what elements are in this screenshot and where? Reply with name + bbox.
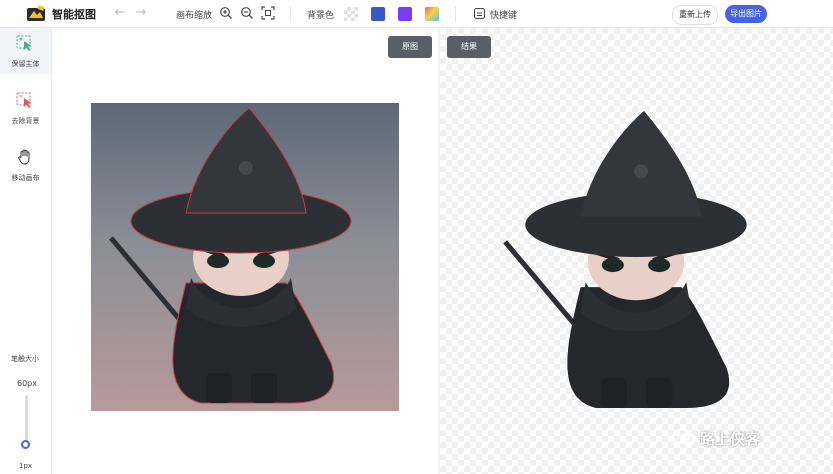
swatch-blue[interactable] xyxy=(371,7,385,21)
swatch-gradient[interactable] xyxy=(425,7,439,21)
tool-label: 去除背景 xyxy=(11,117,40,125)
tool-move-canvas[interactable]: 移动画布 xyxy=(0,142,51,188)
character-illustration xyxy=(109,107,352,404)
brush-size-min-label: 1px xyxy=(19,462,33,470)
zoom-in-icon[interactable] xyxy=(219,6,233,20)
background-color-label: 背景色 xyxy=(307,11,335,21)
result-canvas[interactable] xyxy=(440,28,833,474)
toolbar-divider xyxy=(290,6,291,22)
toolbar-divider xyxy=(455,6,456,22)
fit-screen-icon[interactable] xyxy=(261,6,275,20)
swatch-transparent[interactable] xyxy=(344,7,358,21)
tool-sidebar: 保留主体 去除背景 移动画布 笔触大小 60px 1px xyxy=(0,28,52,474)
result-tab-button[interactable]: 结果 xyxy=(447,36,491,58)
brush-size-label: 笔触大小 xyxy=(11,355,39,363)
swatch-purple[interactable] xyxy=(398,7,412,21)
shortcuts-label[interactable]: 快捷键 xyxy=(490,8,517,21)
keyboard-icon[interactable] xyxy=(474,8,485,19)
brush-size-value: 60px xyxy=(17,379,37,388)
brush-size-slider-track[interactable] xyxy=(25,395,28,445)
hand-icon xyxy=(18,149,30,165)
keep-subject-icon xyxy=(16,35,32,51)
app-title: 智能抠图 xyxy=(52,8,96,21)
tool-label: 保留主体 xyxy=(11,60,40,68)
export-image-button[interactable]: 导出图片 xyxy=(725,5,767,23)
tool-keep-subject[interactable]: 保留主体 xyxy=(0,28,51,74)
watermark: 路上侠客 xyxy=(672,428,761,448)
remove-background-icon xyxy=(16,92,32,108)
watermark-text: 路上侠客 xyxy=(700,430,761,448)
original-tab-button[interactable]: 原图 xyxy=(388,36,432,58)
app-logo-icon xyxy=(27,5,45,21)
brush-size-slider-thumb[interactable] xyxy=(21,440,30,449)
redo-arrow-icon[interactable]: → xyxy=(133,5,149,21)
top-toolbar: 智能抠图 ← → 画布缩放 背景色 快捷键 重新上传 导出图片 xyxy=(0,0,833,28)
undo-arrow-icon[interactable]: ← xyxy=(112,5,128,21)
tool-label: 移动画布 xyxy=(11,174,40,182)
tool-remove-background[interactable]: 去除背景 xyxy=(0,85,51,131)
reupload-button[interactable]: 重新上传 xyxy=(672,5,718,25)
zoom-out-icon[interactable] xyxy=(240,6,254,20)
wechat-icon xyxy=(672,428,696,445)
original-image xyxy=(91,103,399,411)
result-character-illustration xyxy=(503,111,747,408)
canvas-zoom-label: 画布缩放 xyxy=(176,11,213,21)
